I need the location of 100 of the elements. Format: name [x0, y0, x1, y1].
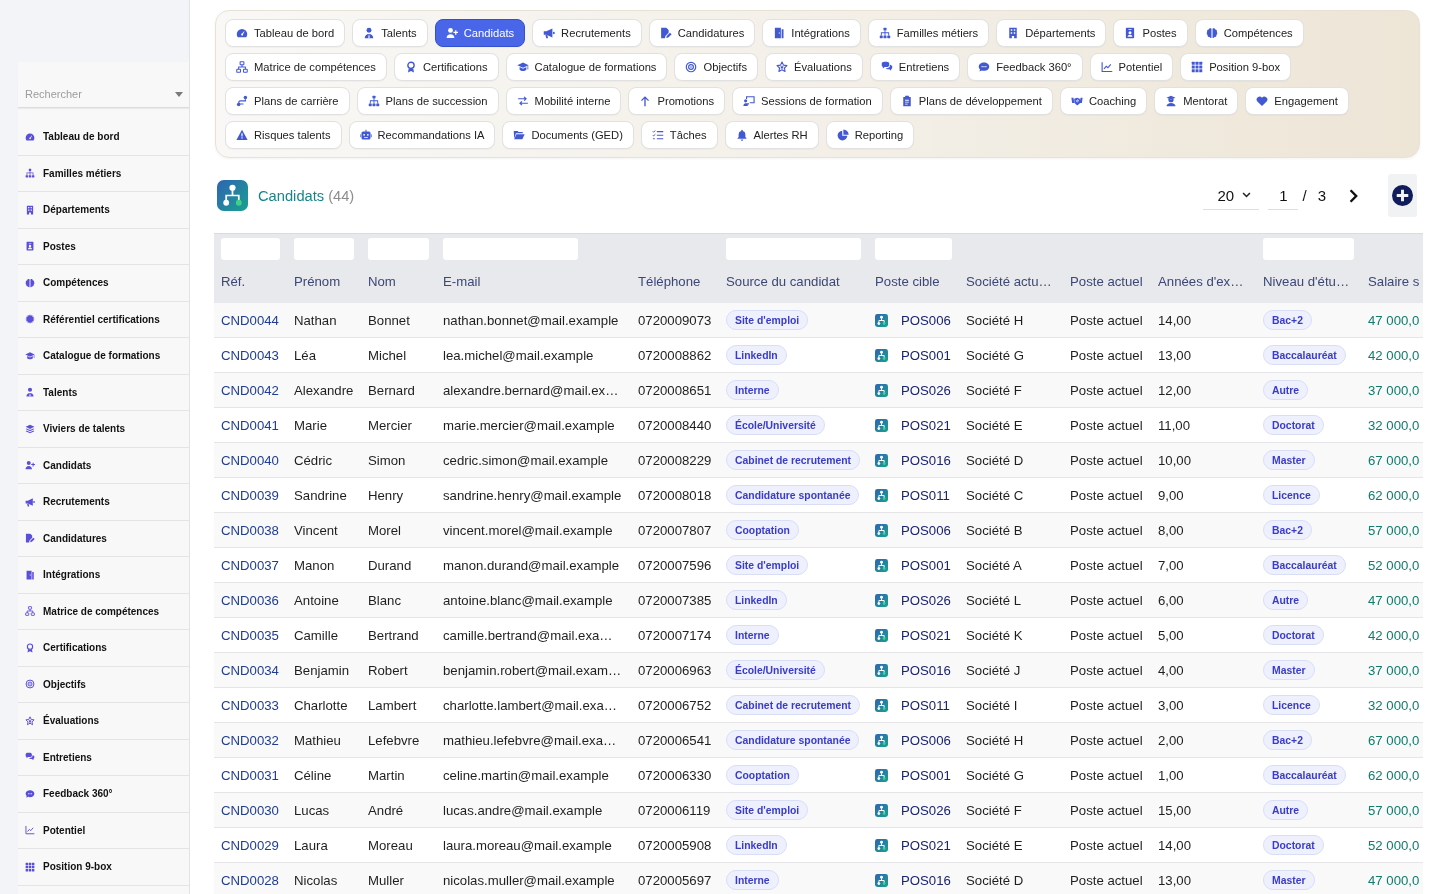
position-link[interactable]: POS006 [901, 312, 951, 328]
sidebar-item[interactable]: Entretiens [18, 739, 189, 776]
nav-tab[interactable]: Engagement [1245, 87, 1349, 115]
candidate-ref-link[interactable]: CND0029 [221, 837, 279, 853]
nav-tab[interactable]: Coaching [1059, 87, 1148, 115]
nav-tab[interactable]: Certifications [393, 53, 499, 81]
candidate-ref-link[interactable]: CND0028 [221, 872, 279, 888]
sidebar-item[interactable]: Évaluations [18, 703, 189, 740]
table-cell: 0720008229 [638, 452, 712, 468]
position-link[interactable]: POS006 [901, 732, 951, 748]
sidebar-item[interactable]: Intégrations [18, 557, 189, 594]
next-page-button[interactable] [1349, 188, 1358, 203]
position-link[interactable]: POS006 [901, 522, 951, 538]
nav-tab[interactable]: Candidatures [648, 19, 756, 47]
nav-tab[interactable]: Tâches [640, 121, 718, 149]
sidebar-item[interactable]: Compétences [18, 265, 189, 302]
candidate-ref-link[interactable]: CND0044 [221, 312, 279, 328]
nav-tab[interactable]: Matrice de compétences [225, 53, 387, 81]
sidebar-item[interactable]: Catalogue de formations [18, 338, 189, 375]
position-link[interactable]: POS026 [901, 592, 951, 608]
table-cell: 1,00 [1158, 767, 1184, 783]
sidebar-item[interactable]: Référentiel certifications [18, 301, 189, 338]
candidate-ref-link[interactable]: CND0031 [221, 767, 279, 783]
nav-tab[interactable]: Départements [996, 19, 1107, 47]
sidebar-item[interactable]: Recrutements [18, 484, 189, 521]
candidate-ref-link[interactable]: CND0032 [221, 732, 279, 748]
add-button[interactable] [1388, 174, 1417, 217]
nav-tab[interactable]: Feedback 360° [967, 53, 1083, 81]
position-link[interactable]: POS011 [901, 487, 950, 503]
sidebar-item[interactable]: Matrice de compétences [18, 593, 189, 630]
sidebar-item[interactable]: Familles métiers [18, 155, 189, 192]
sidebar-item[interactable]: Viviers de talents [18, 411, 189, 448]
sidebar-item[interactable]: Certifications [18, 630, 189, 667]
position-link[interactable]: POS021 [901, 627, 951, 643]
nav-tab[interactable]: Objectifs [674, 53, 758, 81]
nav-tab[interactable]: Tableau de bord [225, 19, 346, 47]
nav-tab[interactable]: Intégrations [762, 19, 861, 47]
candidate-ref-link[interactable]: CND0033 [221, 697, 279, 713]
position-link[interactable]: POS016 [901, 662, 951, 678]
position-link[interactable]: POS026 [901, 382, 951, 398]
position-link[interactable]: POS001 [901, 557, 951, 573]
candidate-ref-link[interactable]: CND0042 [221, 382, 279, 398]
nav-tab[interactable]: Plans de succession [356, 87, 499, 115]
nav-tab[interactable]: Candidats [434, 19, 526, 47]
page-field[interactable]: 1 [1268, 181, 1299, 210]
nav-tab[interactable]: Talents [352, 19, 428, 47]
nav-tab[interactable]: Alertes RH [724, 121, 819, 149]
candidate-ref-link[interactable]: CND0030 [221, 802, 279, 818]
nav-tab[interactable]: Compétences [1194, 19, 1304, 47]
position-link[interactable]: POS016 [901, 452, 951, 468]
nav-tab[interactable]: Reporting [825, 121, 915, 149]
page-size-select[interactable]: 20 [1203, 181, 1260, 210]
nav-tab[interactable]: Catalogue de formations [505, 53, 668, 81]
position-link[interactable]: POS026 [901, 802, 951, 818]
nav-tab[interactable]: Position 9-box [1180, 53, 1292, 81]
nav-tab[interactable]: Mentorat [1154, 87, 1239, 115]
sidebar-item[interactable]: Talents [18, 374, 189, 411]
nav-tab[interactable]: Sessions de formation [732, 87, 883, 115]
sidebar-item[interactable]: Position 9-box [18, 849, 189, 886]
position-link[interactable]: POS011 [901, 697, 950, 713]
sidebar-item[interactable]: Candidatures [18, 520, 189, 557]
tag-badge: Interne [726, 625, 779, 645]
nav-tab[interactable]: Familles métiers [867, 19, 990, 47]
position-link[interactable]: POS021 [901, 837, 951, 853]
nav-tab[interactable]: Évaluations [765, 53, 863, 81]
candidate-ref-link[interactable]: CND0035 [221, 627, 279, 643]
candidate-ref-link[interactable]: CND0034 [221, 662, 279, 678]
position-link[interactable]: POS001 [901, 347, 951, 363]
page-separator: / [1302, 187, 1307, 204]
search-field[interactable]: Rechercher [18, 80, 189, 108]
nav-tab[interactable]: Entretiens [869, 53, 961, 81]
nav-tab[interactable]: Postes [1113, 19, 1188, 47]
sidebar-item[interactable]: Postes [18, 228, 189, 265]
candidate-ref-link[interactable]: CND0041 [221, 417, 279, 433]
nav-tab[interactable]: Documents (GED) [502, 121, 634, 149]
candidate-ref-link[interactable]: CND0039 [221, 487, 279, 503]
nav-tab[interactable]: Potentiel [1089, 53, 1174, 81]
candidate-ref-link[interactable]: CND0043 [221, 347, 279, 363]
nav-tab[interactable]: Recommandations IA [348, 121, 496, 149]
candidate-ref-link[interactable]: CND0038 [221, 522, 279, 538]
nav-tab[interactable]: Recrutements [532, 19, 642, 47]
sidebar-item[interactable]: Objectifs [18, 666, 189, 703]
sidebar-item[interactable]: Départements [18, 192, 189, 229]
position-link[interactable]: POS021 [901, 417, 951, 433]
candidate-ref-link[interactable]: CND0036 [221, 592, 279, 608]
nav-tab[interactable]: Plans de développement [889, 87, 1053, 115]
sidebar-item[interactable]: Feedback 360° [18, 776, 189, 813]
sidebar-item[interactable]: Potentiel [18, 812, 189, 849]
tag-badge: Site d'emploi [726, 800, 809, 820]
nav-tab[interactable]: Risques talents [225, 121, 342, 149]
nav-tab[interactable]: Plans de carrière [225, 87, 350, 115]
sidebar-item[interactable]: Tableau de bord [18, 119, 189, 156]
nav-tab[interactable]: Promotions [628, 87, 726, 115]
layers-icon [25, 423, 35, 434]
position-link[interactable]: POS001 [901, 767, 951, 783]
sidebar-item[interactable]: Candidats [18, 447, 189, 484]
nav-tab[interactable]: Mobilité interne [505, 87, 622, 115]
candidate-ref-link[interactable]: CND0040 [221, 452, 279, 468]
position-link[interactable]: POS016 [901, 872, 951, 888]
candidate-ref-link[interactable]: CND0037 [221, 557, 279, 573]
